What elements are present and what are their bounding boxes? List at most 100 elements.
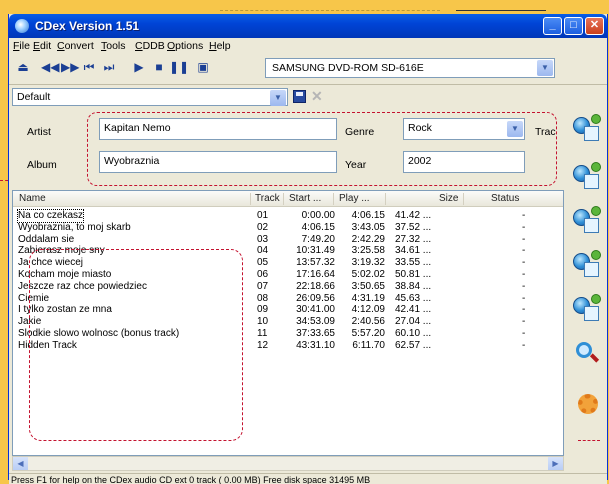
- track-info-icon[interactable]: [572, 250, 602, 280]
- track-status: -: [522, 245, 526, 257]
- toolbar: ⏏ ◀◀ ▶▶ ⏮ ⏭ ▶ ■ ❚❚ ▣ SAMSUNG DVD-ROM SD-…: [9, 56, 607, 80]
- track-track: 03: [257, 233, 269, 245]
- save-profile-icon[interactable]: [293, 90, 306, 103]
- track-row[interactable]: Na co czekasz 01 0:00.00 4:06.15 41.42 ... -: [13, 209, 563, 223]
- track-size: 34.61 ...: [395, 245, 432, 257]
- track-track: 05: [257, 257, 269, 269]
- read-cddb-icon[interactable]: [572, 114, 602, 144]
- track-track: 04: [257, 245, 269, 257]
- menu-tools[interactable]: Tools: [101, 40, 126, 52]
- cd-drive-select[interactable]: SAMSUNG DVD-ROM SD-616E ▼: [265, 58, 555, 78]
- scroll-left-icon[interactable]: ◀: [13, 457, 28, 470]
- track-status: -: [522, 328, 526, 339]
- side-action-dock: [566, 114, 607, 454]
- list-callout-line: [578, 440, 600, 441]
- track-play: 3:50.65: [351, 280, 385, 292]
- track-track: 07: [257, 280, 269, 292]
- column-status[interactable]: Status: [491, 193, 519, 204]
- page: CDex Version 1.51 _ □ ✕ File Edit Conver…: [0, 0, 609, 484]
- close-button[interactable]: ✕: [585, 17, 604, 35]
- horizontal-scrollbar[interactable]: ◀ ▶: [12, 456, 564, 471]
- column-start[interactable]: Start ...: [289, 193, 321, 204]
- track-size: 60.10 ...: [395, 328, 432, 339]
- menu-edit[interactable]: Edit: [33, 40, 51, 52]
- track-start: 34:53.09: [296, 316, 335, 328]
- track-name: Na co czekasz: [16, 209, 85, 223]
- column-track[interactable]: Track: [255, 193, 280, 204]
- stop-icon[interactable]: ■: [151, 59, 167, 75]
- next-track-icon[interactable]: ⏭: [101, 59, 117, 75]
- track-play: 2:40.56: [351, 316, 385, 328]
- track-start: 30:41.00: [296, 304, 335, 316]
- track-status: -: [522, 210, 526, 221]
- search-icon[interactable]: [572, 338, 602, 368]
- document-icon: [584, 262, 599, 277]
- play-icon[interactable]: ▶: [131, 59, 147, 75]
- badge-icon: [591, 114, 601, 124]
- track-row[interactable]: Wyobraznia, to moj skarb 02 4:06.15 3:43.05…: [13, 222, 563, 234]
- column-name[interactable]: Name: [19, 193, 46, 204]
- track-play: 3:19.32: [351, 257, 385, 269]
- fast-forward-icon[interactable]: ▶▶: [61, 59, 79, 75]
- menu-options[interactable]: Options: [167, 40, 203, 52]
- magazine-top-strip: [0, 0, 609, 14]
- menu-convert[interactable]: Convert: [57, 40, 94, 52]
- delete-profile-icon[interactable]: ✕: [311, 88, 323, 105]
- track-list-header: Name Track Start ... Play ... Size Statu…: [13, 191, 563, 207]
- track-status: -: [522, 304, 526, 316]
- menu-cddb[interactable]: CDDB: [135, 40, 165, 52]
- scroll-right-icon[interactable]: ▶: [548, 457, 563, 470]
- track-start: 4:06.15: [301, 221, 335, 233]
- maximize-button[interactable]: □: [564, 17, 583, 35]
- pause-icon[interactable]: ❚❚: [169, 59, 189, 75]
- track-size: 42.41 ...: [395, 304, 432, 316]
- track-list[interactable]: Name Track Start ... Play ... Size Statu…: [12, 190, 564, 456]
- album-label: Album: [27, 159, 57, 171]
- track-size: 50.81 ...: [395, 269, 432, 280]
- track-start: 17:16.64: [296, 269, 335, 280]
- track-size: 62.57 ...: [395, 339, 432, 351]
- magnifier-handle: [589, 353, 600, 363]
- save-icon[interactable]: ▣: [195, 59, 211, 75]
- profile-row: Default ▼ ✕: [9, 84, 607, 108]
- track-start: 7:49.20: [301, 233, 335, 245]
- rewind-icon[interactable]: ◀◀: [41, 59, 59, 75]
- cd-drive-value: SAMSUNG DVD-ROM SD-616E: [272, 62, 424, 74]
- track-play: 3:25.58: [351, 245, 385, 257]
- album-info-panel: Artist Kapitan Nemo Album Wyobraznia Gen…: [9, 110, 565, 186]
- track-size: 45.63 ...: [395, 292, 432, 304]
- gear-icon: [578, 394, 598, 414]
- track-track: 08: [257, 292, 269, 304]
- track-start: 10:31.49: [296, 245, 335, 257]
- settings-icon[interactable]: [572, 390, 602, 420]
- previous-track-icon[interactable]: ⏮: [81, 59, 97, 75]
- column-divider: [250, 193, 251, 205]
- minimize-button[interactable]: _: [543, 17, 562, 35]
- track-size: 38.84 ...: [395, 280, 432, 292]
- read-cdtext-icon[interactable]: [572, 162, 602, 192]
- profile-select[interactable]: Default ▼: [12, 88, 288, 106]
- track-track: 01: [257, 210, 269, 221]
- menu-file[interactable]: File: [13, 40, 30, 52]
- track-size: 33.55 ...: [395, 257, 432, 269]
- eject-icon[interactable]: ⏏: [15, 59, 31, 75]
- chevron-down-icon[interactable]: ▼: [270, 90, 286, 106]
- column-size[interactable]: Size: [439, 193, 458, 204]
- column-play[interactable]: Play ...: [339, 193, 370, 204]
- title-bar[interactable]: CDex Version 1.51 _ □ ✕: [9, 14, 607, 38]
- track-play: 4:12.09: [351, 304, 385, 316]
- track-status: -: [522, 221, 526, 233]
- track-status: -: [522, 339, 526, 351]
- menu-help[interactable]: Help: [209, 40, 231, 52]
- chevron-down-icon[interactable]: ▼: [537, 60, 553, 76]
- submit-cddb-icon[interactable]: [572, 206, 602, 236]
- track-track: 02: [257, 221, 269, 233]
- track-size: 27.04 ...: [395, 316, 432, 328]
- rename-icon[interactable]: [572, 294, 602, 324]
- track-play: 2:42.29: [351, 233, 385, 245]
- track-track: 06: [257, 269, 269, 280]
- status-text: Press F1 for help on the CDex audio CD e…: [11, 475, 371, 484]
- document-icon: [584, 174, 599, 189]
- track-row[interactable]: Oddalam sie 03 7:49.20 2:42.29 27.32 ... -: [13, 234, 563, 246]
- badge-icon: [591, 294, 601, 304]
